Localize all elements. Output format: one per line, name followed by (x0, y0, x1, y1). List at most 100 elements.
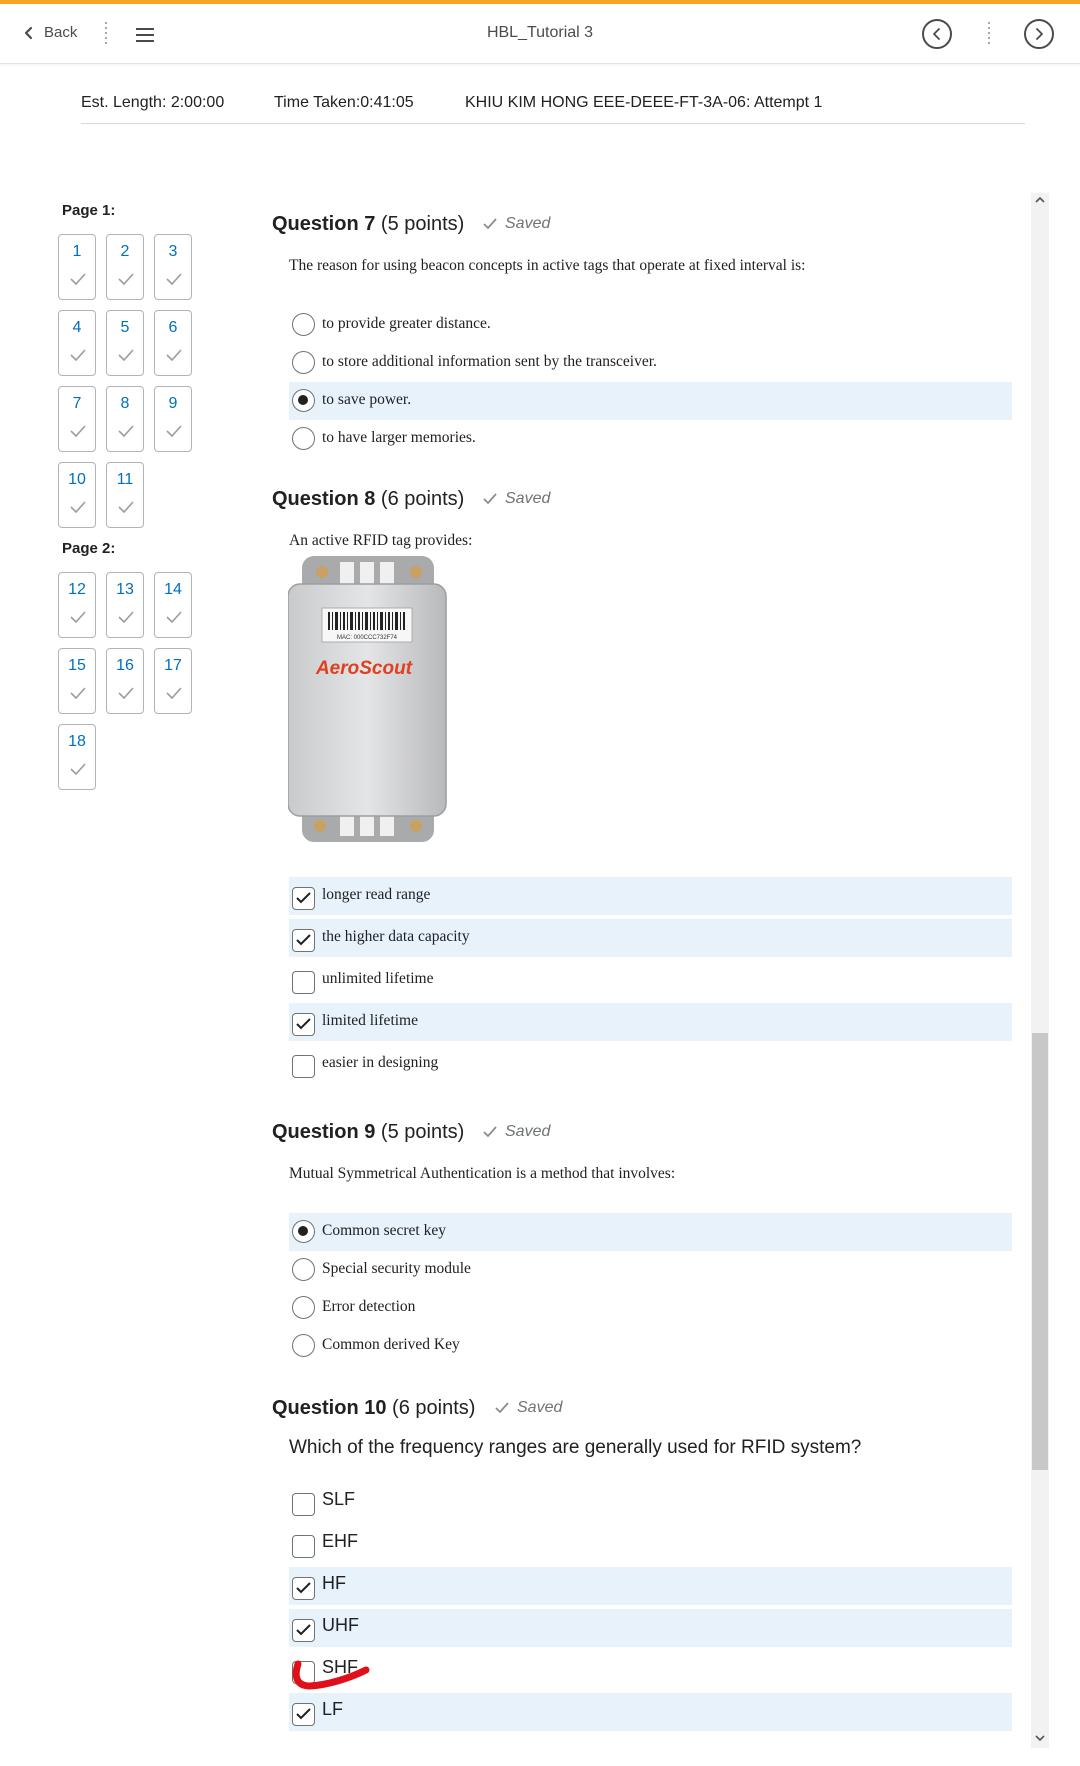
checkbox[interactable] (292, 1535, 315, 1558)
radio-button[interactable] (292, 1220, 315, 1243)
check-icon (70, 687, 86, 699)
question-nav-number: 3 (168, 243, 178, 260)
q10-option[interactable]: EHF (289, 1525, 1012, 1563)
q7-option[interactable]: to have larger memories. (289, 420, 1012, 458)
option-label: Special security module (322, 1260, 471, 1277)
question-nav-4[interactable]: 4 (58, 310, 96, 376)
time-taken: Time Taken:0:41:05 (274, 94, 414, 111)
question-nav-number: 8 (120, 395, 130, 412)
check-icon (70, 501, 86, 513)
question-9-saved-status: Saved (483, 1123, 550, 1141)
radio-button[interactable] (292, 1258, 315, 1281)
q10-option[interactable]: SLF (289, 1483, 1012, 1521)
question-nav-number: 7 (72, 395, 82, 412)
chevron-right-icon (1036, 28, 1043, 40)
q10-option[interactable]: SHF (289, 1651, 1012, 1689)
check-icon (495, 1402, 509, 1414)
checkbox[interactable] (292, 1703, 315, 1726)
question-nav-16[interactable]: 16 (106, 648, 144, 714)
q10-option[interactable]: LF (289, 1693, 1012, 1731)
q8-option[interactable]: limited lifetime (289, 1003, 1012, 1041)
question-nav-15[interactable]: 15 (58, 648, 96, 714)
radio-button[interactable] (292, 313, 315, 336)
checkbox[interactable] (292, 1577, 315, 1600)
question-nav-14[interactable]: 14 (154, 572, 192, 638)
q8-option[interactable]: easier in designing (289, 1045, 1012, 1083)
question-nav-6[interactable]: 6 (154, 310, 192, 376)
radio-button[interactable] (292, 1334, 315, 1357)
question-nav-number: 4 (72, 319, 82, 336)
question-nav-number: 14 (164, 581, 182, 598)
q8-option[interactable]: longer read range (289, 877, 1012, 915)
question-8-text: An active RFID tag provides: (289, 532, 473, 549)
question-nav-17[interactable]: 17 (154, 648, 192, 714)
check-icon (483, 493, 497, 505)
question-nav-8[interactable]: 8 (106, 386, 144, 452)
question-nav-1[interactable]: 1 (58, 234, 96, 300)
radio-button[interactable] (292, 389, 315, 412)
q7-option[interactable]: to store additional information sent by … (289, 344, 1012, 382)
scrollbar-thumb[interactable] (1032, 1033, 1048, 1470)
q8-option[interactable]: the higher data capacity (289, 919, 1012, 957)
divider-dots (987, 22, 991, 46)
question-nav-5[interactable]: 5 (106, 310, 144, 376)
question-nav-number: 11 (116, 471, 134, 488)
radio-button[interactable] (292, 1296, 315, 1319)
q10-option[interactable]: UHF (289, 1609, 1012, 1647)
next-page-button[interactable] (1024, 19, 1054, 49)
q8-option[interactable]: unlimited lifetime (289, 961, 1012, 999)
check-icon (118, 611, 134, 623)
q7-option[interactable]: to provide greater distance. (289, 306, 1012, 344)
q9-option[interactable]: Error detection (289, 1289, 1012, 1327)
option-label: easier in designing (322, 1054, 439, 1071)
q9-option[interactable]: Common derived Key (289, 1327, 1012, 1365)
checkbox[interactable] (292, 887, 315, 910)
red-annotation-mark (292, 1660, 370, 1690)
question-nav-12[interactable]: 12 (58, 572, 96, 638)
radio-button[interactable] (292, 427, 315, 450)
option-label: limited lifetime (322, 1012, 418, 1029)
radio-button[interactable] (292, 351, 315, 374)
checkbox[interactable] (292, 971, 315, 994)
option-label: SLF (322, 1489, 356, 1509)
checkbox[interactable] (292, 1055, 315, 1078)
question-nav-number: 16 (116, 657, 134, 674)
q9-option[interactable]: Special security module (289, 1251, 1012, 1289)
question-nav-number: 9 (168, 395, 178, 412)
scroll-down-icon[interactable] (1035, 1734, 1045, 1742)
checkbox[interactable] (292, 1013, 315, 1036)
question-nav-3[interactable]: 3 (154, 234, 192, 300)
option-label: unlimited lifetime (322, 970, 434, 987)
checkbox[interactable] (292, 1619, 315, 1642)
checkbox[interactable] (292, 1493, 315, 1516)
question-nav-number: 1 (72, 243, 82, 260)
question-nav-10[interactable]: 10 (58, 462, 96, 528)
question-9-heading: Question 9 (5 points) (272, 1121, 465, 1143)
question-nav-18[interactable]: 18 (58, 724, 96, 790)
question-nav-number: 13 (116, 581, 134, 598)
page-2-label: Page 2: (62, 540, 116, 557)
question-nav-number: 17 (164, 657, 182, 674)
option-label: to provide greater distance. (322, 315, 491, 332)
question-nav-13[interactable]: 13 (106, 572, 144, 638)
option-label: Common secret key (322, 1222, 446, 1239)
check-icon (166, 611, 182, 623)
check-icon (70, 349, 86, 361)
scrollbar-track[interactable] (1031, 193, 1049, 1748)
q10-option[interactable]: HF (289, 1567, 1012, 1605)
est-length: Est. Length: 2:00:00 (81, 94, 225, 111)
tag-barcode-text: MAC: 000CCC732F74 (337, 635, 398, 641)
question-nav-7[interactable]: 7 (58, 386, 96, 452)
option-label: to have larger memories. (322, 429, 476, 446)
q9-option[interactable]: Common secret key (289, 1213, 1012, 1251)
question-nav-9[interactable]: 9 (154, 386, 192, 452)
option-label: to store additional information sent by … (322, 353, 657, 370)
q7-option[interactable]: to save power. (289, 382, 1012, 420)
question-7-heading: Question 7 (5 points) (272, 213, 465, 235)
scroll-up-icon[interactable] (1035, 196, 1045, 204)
checkbox[interactable] (292, 929, 315, 952)
previous-page-button[interactable] (922, 19, 952, 49)
question-nav-number: 5 (120, 319, 130, 336)
question-nav-2[interactable]: 2 (106, 234, 144, 300)
question-nav-11[interactable]: 11 (106, 462, 144, 528)
